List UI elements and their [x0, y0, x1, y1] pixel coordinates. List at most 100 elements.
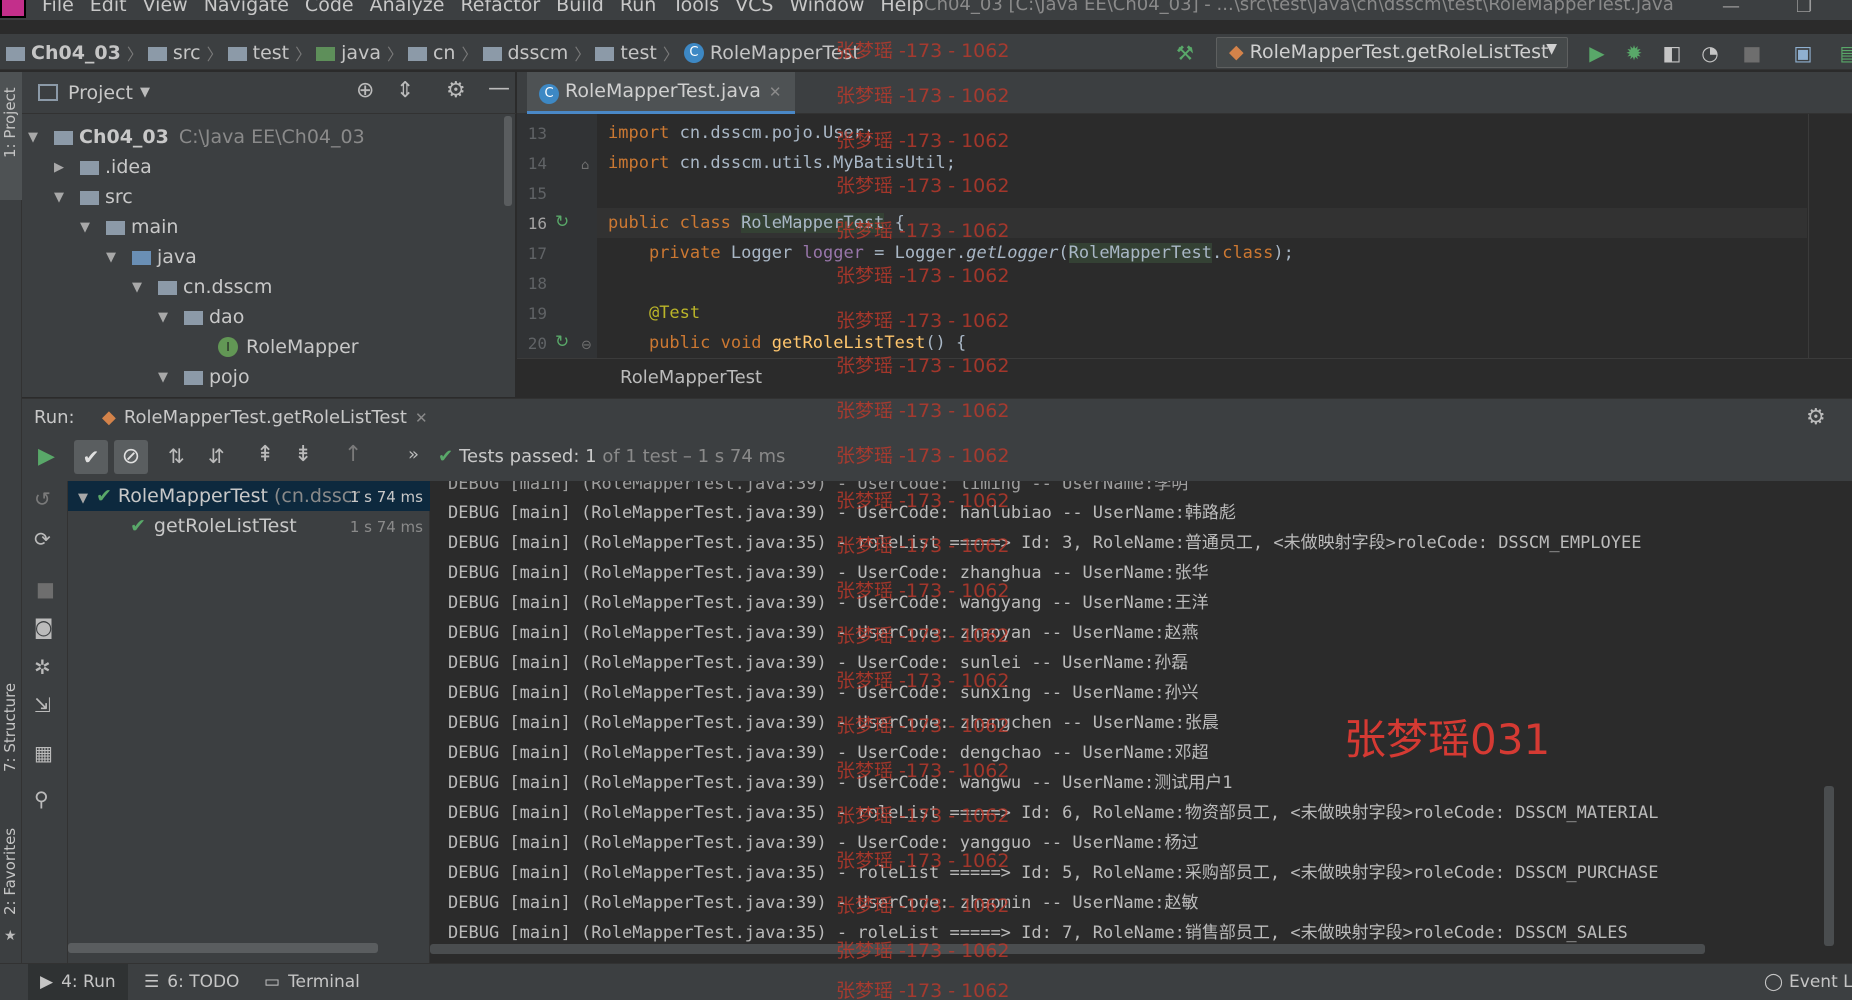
- stop-icon[interactable]: ■: [1739, 40, 1765, 66]
- expand-all-icon[interactable]: ⇞: [256, 442, 274, 467]
- test-tree-scrollbar[interactable]: [68, 943, 378, 953]
- menu-help[interactable]: Help: [880, 0, 923, 16]
- collapse-all-icon[interactable]: ⇕: [396, 78, 414, 103]
- menu-window[interactable]: Window: [789, 0, 864, 16]
- menu-analyze[interactable]: Analyze: [370, 0, 445, 16]
- collapse-all-icon[interactable]: ⇟: [294, 442, 312, 467]
- menu-view[interactable]: View: [143, 0, 188, 16]
- expand-arrow-icon[interactable]: ▼: [80, 220, 96, 235]
- build-hammer-icon[interactable]: ⚒: [1172, 40, 1198, 66]
- run-icon[interactable]: ▶: [1584, 40, 1610, 66]
- expand-arrow-icon[interactable]: ▼: [78, 491, 88, 506]
- fold-icon[interactable]: ⊖: [581, 338, 592, 353]
- code-editor[interactable]: import cn.dsscm.pojo.User; import cn.dss…: [597, 114, 1807, 358]
- tree-item-main[interactable]: ▼ main: [80, 212, 178, 242]
- expand-arrow-icon[interactable]: ▼: [158, 310, 174, 325]
- menu-edit[interactable]: Edit: [90, 0, 127, 16]
- settings-icon[interactable]: ✲: [34, 655, 51, 679]
- pin-icon[interactable]: ⚲: [34, 787, 49, 811]
- tree-item-project-root[interactable]: ▼ Ch04_03 C:\Java EE\Ch04_03: [28, 122, 365, 152]
- run-test-gutter-icon[interactable]: ↻: [555, 212, 569, 232]
- tree-item-dao[interactable]: ▼ dao: [158, 302, 244, 332]
- breadcrumb-item-src[interactable]: src: [173, 42, 201, 64]
- console-horizontal-scrollbar[interactable]: [430, 944, 1705, 954]
- rerun-icon[interactable]: ▶: [38, 444, 55, 469]
- exit-icon[interactable]: ⇲: [34, 693, 51, 717]
- menu-build[interactable]: Build: [556, 0, 604, 16]
- gear-icon[interactable]: ⚙: [446, 78, 466, 103]
- locate-target-icon[interactable]: ⊕: [356, 78, 374, 103]
- hide-panel-icon[interactable]: —: [488, 76, 510, 101]
- close-icon[interactable]: ✕: [769, 83, 782, 101]
- breadcrumb-item-java[interactable]: java: [341, 42, 381, 64]
- editor-scrollbar[interactable]: [1808, 114, 1852, 358]
- side-tab-project[interactable]: 1: Project: [1, 87, 19, 158]
- expand-arrow-icon[interactable]: ▼: [158, 370, 174, 385]
- test-case-row[interactable]: ✔ getRoleListTest: [130, 515, 297, 537]
- more-actions-icon[interactable]: »: [408, 444, 419, 465]
- breadcrumb-item-cn[interactable]: cn: [433, 42, 456, 64]
- project-scrollbar[interactable]: [504, 116, 512, 206]
- stop-icon[interactable]: ■: [36, 577, 55, 601]
- menu-navigate[interactable]: Navigate: [204, 0, 289, 16]
- menu-tools[interactable]: Tools: [672, 0, 719, 16]
- bottom-tab-terminal[interactable]: ▭ Terminal: [252, 964, 372, 1000]
- project-structure-icon[interactable]: ▣: [1790, 40, 1816, 66]
- tree-item-java[interactable]: ▼ java: [106, 242, 197, 272]
- sort-alphabetically-icon[interactable]: ⇅: [168, 444, 185, 468]
- tree-item-rolemapper[interactable]: I RoleMapper: [218, 332, 359, 362]
- profile-icon[interactable]: ◔: [1697, 40, 1723, 66]
- editor-tab-rolemappertest[interactable]: C RoleMapperTest.java ✕: [527, 72, 796, 114]
- sort-by-duration-icon[interactable]: ⇵: [208, 444, 225, 468]
- expand-arrow-icon[interactable]: ▼: [54, 190, 70, 205]
- coverage-icon[interactable]: ◧: [1659, 40, 1685, 66]
- rerun-failed-icon[interactable]: ↺: [34, 487, 51, 511]
- expand-arrow-icon[interactable]: ▼: [132, 280, 148, 295]
- project-panel-title[interactable]: Project: [68, 82, 133, 104]
- close-icon[interactable]: ✕: [415, 409, 428, 427]
- console-vertical-scrollbar[interactable]: [1824, 786, 1834, 946]
- breadcrumb-item-project[interactable]: Ch04_03: [31, 42, 121, 64]
- side-tab-structure[interactable]: 7: Structure: [1, 683, 19, 772]
- console-output[interactable]: DEBUG [main] (RoleMapperTest.java:39) - …: [430, 481, 1852, 963]
- run-tab[interactable]: ◆ RoleMapperTest.getRoleListTest ✕: [102, 407, 428, 428]
- package-icon: [482, 47, 502, 61]
- tree-item-cn-dsscm[interactable]: ▼ cn.dsscm: [132, 272, 272, 302]
- menu-file[interactable]: File: [42, 0, 74, 16]
- run-configuration-select[interactable]: ◆ RoleMapperTest.getRoleListTest ▼: [1216, 37, 1568, 68]
- layout-icon[interactable]: ▦: [34, 741, 53, 765]
- chevron-down-icon[interactable]: ▼: [140, 85, 150, 100]
- side-tab-favorites[interactable]: 2: Favorites: [1, 828, 19, 915]
- breadcrumb-item-test-pkg[interactable]: test: [620, 42, 657, 64]
- bottom-tab-run[interactable]: ▶ 4: Run: [28, 964, 128, 1000]
- breadcrumb-item-dsscm[interactable]: dsscm: [508, 42, 569, 64]
- menu-code[interactable]: Code: [305, 0, 354, 16]
- camera-icon[interactable]: ◙: [34, 615, 53, 639]
- tree-item-pojo[interactable]: ▼ pojo: [158, 362, 250, 392]
- restore-icon[interactable]: ❐: [1796, 0, 1812, 17]
- run-test-gutter-icon[interactable]: ↻: [555, 332, 569, 352]
- menu-vcs[interactable]: VCS: [735, 0, 773, 16]
- editor-breadcrumb-item[interactable]: RoleMapperTest: [620, 367, 762, 388]
- fold-icon[interactable]: ⌂: [581, 158, 589, 173]
- show-passed-toggle[interactable]: ✔: [74, 440, 108, 474]
- bottom-tab-todo[interactable]: ☰ 6: TODO: [132, 964, 251, 1000]
- test-suite-row[interactable]: ▼ ✔ RoleMapperTest (cn.dsscr: [78, 485, 360, 507]
- tree-item-src[interactable]: ▼ src: [54, 182, 133, 212]
- vcs-icon[interactable]: ▤: [1836, 40, 1852, 66]
- minimize-icon[interactable]: —: [1722, 0, 1740, 17]
- expand-arrow-icon[interactable]: ▼: [106, 250, 122, 265]
- show-ignored-toggle[interactable]: ⊘: [114, 440, 148, 474]
- toggle-auto-test-icon[interactable]: ⟳: [34, 527, 51, 551]
- debug-icon[interactable]: ✹: [1621, 40, 1647, 66]
- menu-run[interactable]: Run: [620, 0, 656, 16]
- breadcrumb-item-test[interactable]: test: [253, 42, 290, 64]
- breadcrumb-item-class[interactable]: RoleMapperTest: [710, 42, 860, 64]
- menu-refactor[interactable]: Refactor: [460, 0, 540, 16]
- tree-item-idea[interactable]: ▶ .idea: [54, 152, 152, 182]
- expand-arrow-icon[interactable]: ▶: [54, 160, 70, 175]
- previous-failed-icon[interactable]: ↑: [344, 442, 362, 467]
- bottom-tab-event-log[interactable]: ◯Event Lo: [1752, 964, 1852, 1000]
- gear-icon[interactable]: ⚙: [1806, 405, 1826, 430]
- expand-arrow-icon[interactable]: ▼: [28, 130, 44, 145]
